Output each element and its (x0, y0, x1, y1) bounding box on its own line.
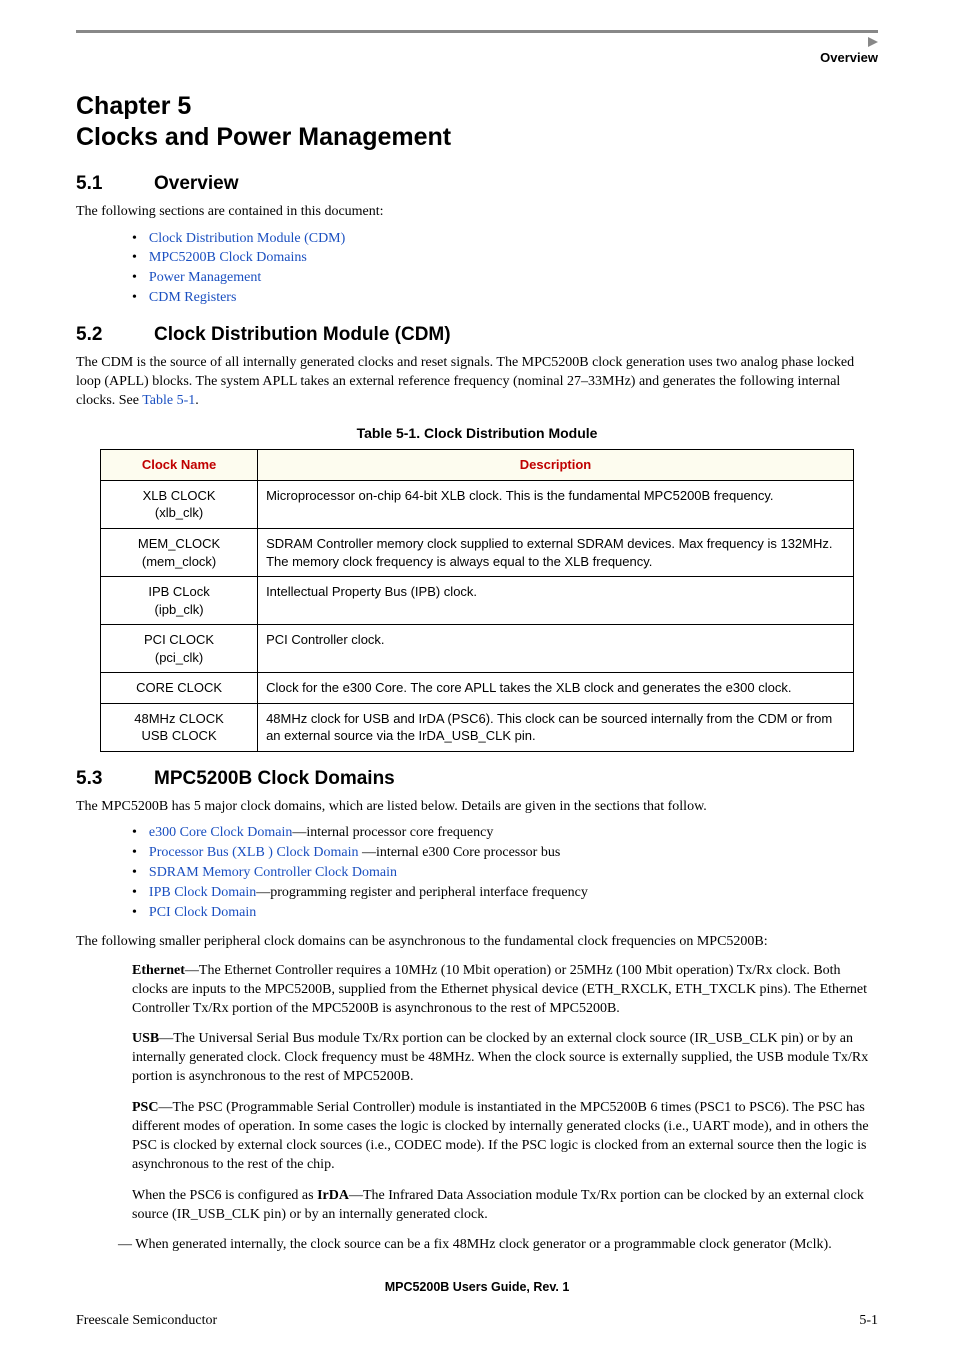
section-5-3-heading: 5.3MPC5200B Clock Domains (76, 766, 878, 792)
table-5-1: Clock Name Description XLB CLOCK(xlb_clk… (100, 449, 854, 752)
clock-desc-cell: Clock for the e300 Core. The core APLL t… (258, 673, 854, 704)
chevron-right-icon (868, 37, 878, 47)
link-clock-domains[interactable]: MPC5200B Clock Domains (149, 250, 307, 265)
section-5-2-heading: 5.2Clock Distribution Module (CDM) (76, 322, 878, 348)
list-item: Processor Bus (XLB ) Clock Domain —inter… (132, 844, 878, 863)
section-5-1-heading: 5.1Overview (76, 171, 878, 197)
list-item: SDRAM Memory Controller Clock Domain (132, 864, 878, 883)
domain-rest: —programming register and peripheral int… (256, 885, 588, 900)
usb-label: USB (132, 1031, 159, 1046)
clock-desc-cell: PCI Controller clock. (258, 625, 854, 673)
s3-domain-list: e300 Core Clock Domain—internal processo… (132, 824, 878, 922)
footer-left: Freescale Semiconductor (76, 1312, 217, 1331)
list-item: Clock Distribution Module (CDM) (132, 230, 878, 249)
clock-desc-cell: 48MHz clock for USB and IrDA (PSC6). Thi… (258, 703, 854, 751)
table-row: 48MHz CLOCKUSB CLOCK48MHz clock for USB … (101, 703, 854, 751)
header-rule (76, 30, 878, 33)
clock-name-cell: 48MHz CLOCKUSB CLOCK (101, 703, 258, 751)
section-number: 5.1 (76, 171, 154, 197)
psc-text: —The PSC (Programmable Serial Controller… (132, 1100, 869, 1172)
section-title: MPC5200B Clock Domains (154, 768, 395, 789)
domain-link[interactable]: PCI Clock Domain (149, 905, 256, 920)
psc-label: PSC (132, 1100, 158, 1115)
section-number: 5.2 (76, 322, 154, 348)
domain-rest: —internal e300 Core processor bus (362, 845, 560, 860)
chapter-title: Chapter 5 Clocks and Power Management (76, 91, 878, 154)
footer-page-number: 5-1 (859, 1312, 878, 1331)
irda-paragraph: When the PSC6 is configured as IrDA—The … (132, 1187, 878, 1225)
irda-dash-item: — When generated internally, the clock s… (132, 1236, 878, 1255)
link-table-5-1[interactable]: Table 5-1 (142, 393, 195, 408)
ethernet-label: Ethernet (132, 963, 185, 978)
domain-link[interactable]: SDRAM Memory Controller Clock Domain (149, 865, 397, 880)
footer-doc-title: MPC5200B Users Guide, Rev. 1 (76, 1279, 878, 1296)
clock-name-cell: IPB CLock(ipb_clk) (101, 577, 258, 625)
table-row: MEM_CLOCK(mem_clock)SDRAM Controller mem… (101, 528, 854, 576)
ethernet-paragraph: Ethernet—The Ethernet Controller require… (132, 962, 878, 1019)
s2-body: The CDM is the source of all internally … (76, 354, 878, 411)
list-item: MPC5200B Clock Domains (132, 249, 878, 268)
table-row: IPB CLock(ipb_clk)Intellectual Property … (101, 577, 854, 625)
domain-link[interactable]: IPB Clock Domain (149, 885, 256, 900)
s2-body-text-b: . (195, 393, 199, 408)
list-item: Power Management (132, 269, 878, 288)
link-power-mgmt[interactable]: Power Management (149, 270, 261, 285)
s3-after: The following smaller peripheral clock d… (76, 933, 878, 952)
domain-link[interactable]: e300 Core Clock Domain (149, 825, 292, 840)
section-title: Overview (154, 173, 239, 194)
footer-row: Freescale Semiconductor 5-1 (76, 1312, 878, 1331)
clock-name-cell: MEM_CLOCK(mem_clock) (101, 528, 258, 576)
s1-link-list: Clock Distribution Module (CDM) MPC5200B… (132, 230, 878, 309)
clock-desc-cell: Intellectual Property Bus (IPB) clock. (258, 577, 854, 625)
header-section-label: Overview (76, 49, 878, 67)
list-item: PCI Clock Domain (132, 904, 878, 923)
list-item: IPB Clock Domain—programming register an… (132, 884, 878, 903)
ethernet-text: —The Ethernet Controller requires a 10MH… (132, 963, 867, 1016)
usb-text: —The Universal Serial Bus module Tx/Rx p… (132, 1031, 868, 1084)
list-item: CDM Registers (132, 289, 878, 308)
clock-name-cell: CORE CLOCK (101, 673, 258, 704)
header-arrow-row (76, 37, 878, 47)
clock-name-cell: XLB CLOCK(xlb_clk) (101, 480, 258, 528)
th-description: Description (258, 450, 854, 481)
table-row: PCI CLOCK(pci_clk)PCI Controller clock. (101, 625, 854, 673)
list-item: e300 Core Clock Domain—internal processo… (132, 824, 878, 843)
domain-link[interactable]: Processor Bus (XLB ) Clock Domain (149, 845, 362, 860)
table-row: XLB CLOCK(xlb_clk)Microprocessor on-chip… (101, 480, 854, 528)
clock-desc-cell: Microprocessor on-chip 64-bit XLB clock.… (258, 480, 854, 528)
s1-intro: The following sections are contained in … (76, 203, 878, 222)
peripheral-domains: Ethernet—The Ethernet Controller require… (132, 962, 878, 1256)
section-number: 5.3 (76, 766, 154, 792)
clock-desc-cell: SDRAM Controller memory clock supplied t… (258, 528, 854, 576)
psc-paragraph: PSC—The PSC (Programmable Serial Control… (132, 1099, 878, 1175)
s3-intro: The MPC5200B has 5 major clock domains, … (76, 798, 878, 817)
link-cdm[interactable]: Clock Distribution Module (CDM) (149, 231, 345, 246)
clock-name-cell: PCI CLOCK(pci_clk) (101, 625, 258, 673)
th-clock-name: Clock Name (101, 450, 258, 481)
table-header-row: Clock Name Description (101, 450, 854, 481)
usb-paragraph: USB—The Universal Serial Bus module Tx/R… (132, 1030, 878, 1087)
chapter-name: Clocks and Power Management (76, 123, 451, 151)
table-row: CORE CLOCKClock for the e300 Core. The c… (101, 673, 854, 704)
domain-rest: —internal processor core frequency (292, 825, 493, 840)
irda-label: IrDA (317, 1188, 349, 1203)
section-title: Clock Distribution Module (CDM) (154, 324, 451, 345)
link-cdm-registers[interactable]: CDM Registers (149, 290, 237, 305)
chapter-number: Chapter 5 (76, 92, 191, 120)
irda-text-a: When the PSC6 is configured as (132, 1188, 317, 1203)
table-5-1-caption: Table 5-1. Clock Distribution Module (76, 424, 878, 443)
